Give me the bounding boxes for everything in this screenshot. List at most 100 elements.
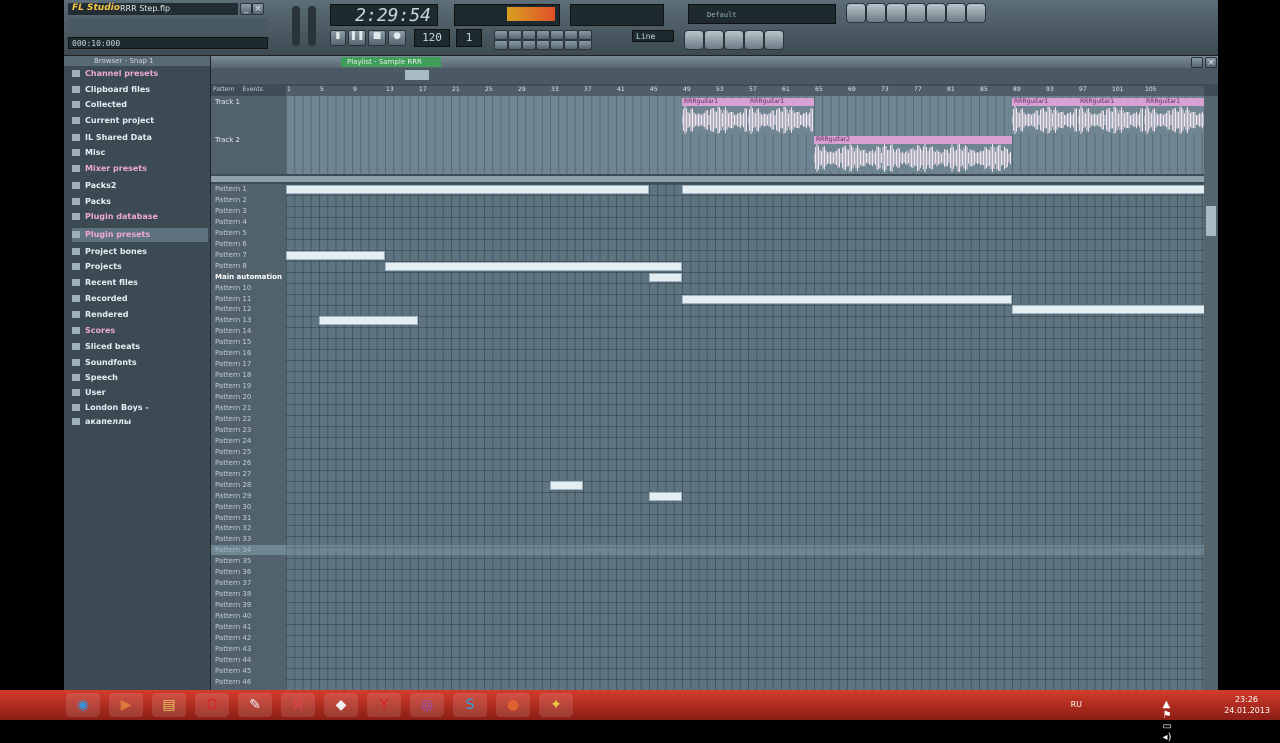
- pattern-name[interactable]: Pattern 21: [215, 403, 251, 414]
- option-button[interactable]: [536, 30, 550, 40]
- browser-item[interactable]: Packs2: [72, 179, 208, 193]
- audio-clip-label[interactable]: RRRguitar1: [1144, 98, 1210, 106]
- shortcut-button[interactable]: [886, 3, 906, 23]
- taskbar-app-icon[interactable]: ●: [496, 693, 530, 717]
- pattern-block[interactable]: [682, 185, 1204, 194]
- browser-item[interactable]: Collected: [72, 98, 208, 112]
- taskbar-app-icon[interactable]: Y: [367, 693, 401, 717]
- pattern-name[interactable]: Pattern 33: [215, 534, 251, 545]
- pattern-name[interactable]: Pattern 16: [215, 348, 251, 359]
- pattern-block[interactable]: [550, 480, 583, 490]
- pattern-name[interactable]: Pattern 26: [215, 458, 251, 469]
- pattern-block[interactable]: [649, 272, 682, 282]
- option-button[interactable]: [522, 40, 536, 50]
- pattern-name[interactable]: Pattern 12: [215, 304, 251, 315]
- taskbar-app-icon[interactable]: Я: [281, 693, 315, 717]
- mixer-button[interactable]: [764, 30, 784, 50]
- browser-item[interactable]: Current project: [72, 114, 208, 128]
- vertical-scroll-thumb[interactable]: [1206, 206, 1216, 236]
- pattern-name[interactable]: Main automation: [215, 272, 282, 283]
- browser-item[interactable]: Project bones: [72, 245, 208, 259]
- browser-item[interactable]: IL Shared Data: [72, 131, 208, 145]
- pattern-name[interactable]: Pattern 15: [215, 337, 251, 348]
- playlist-scrollbar-top[interactable]: [211, 68, 1218, 84]
- shortcut-button[interactable]: [906, 3, 926, 23]
- browser-item[interactable]: Speech: [72, 371, 208, 385]
- pattern-name[interactable]: Pattern 27: [215, 469, 251, 480]
- pattern-block[interactable]: [319, 316, 418, 326]
- audio-clip-waveform[interactable]: [682, 106, 748, 134]
- pattern-name[interactable]: Pattern 17: [215, 359, 251, 370]
- minimize-button[interactable]: _: [240, 3, 252, 15]
- browser-item[interactable]: Plugin database: [72, 210, 208, 224]
- browser-item[interactable]: Rendered: [72, 308, 208, 322]
- audio-track-area[interactable]: RRRguitar1 RRRguitar1 RRRguitar2 RRRguitar1…: [286, 96, 1210, 174]
- shortcut-button[interactable]: [926, 3, 946, 23]
- pattern-mode-button[interactable]: ▮: [330, 30, 346, 46]
- shortcut-button[interactable]: [866, 3, 886, 23]
- pattern-name[interactable]: Pattern 7: [215, 250, 247, 261]
- browser-item[interactable]: Recent files: [72, 276, 208, 290]
- browser-item[interactable]: User: [72, 386, 208, 400]
- browser-item[interactable]: Recorded: [72, 292, 208, 306]
- clock-date[interactable]: 24.01.2013: [1224, 706, 1270, 715]
- option-button[interactable]: [494, 40, 508, 50]
- pattern-name[interactable]: Pattern 36: [215, 567, 251, 578]
- audio-clip-waveform[interactable]: [814, 144, 1012, 172]
- play-button[interactable]: ❚❚: [348, 30, 366, 46]
- pattern-name[interactable]: Pattern 24: [215, 436, 251, 447]
- option-button[interactable]: [522, 30, 536, 40]
- audio-clip-label[interactable]: RRRguitar1: [1078, 98, 1144, 106]
- option-button[interactable]: [578, 30, 592, 40]
- playlist-view-button[interactable]: [684, 30, 704, 50]
- audio-clip-waveform[interactable]: [1078, 106, 1144, 134]
- pattern-name[interactable]: Pattern 29: [215, 491, 251, 502]
- pattern-name[interactable]: Pattern 3: [215, 206, 247, 217]
- audio-clip-label[interactable]: RRRguitar2: [814, 136, 1012, 144]
- pattern-mode-tab[interactable]: Pattern: [213, 86, 235, 93]
- browser-item[interactable]: Channel presets: [72, 67, 208, 81]
- pattern-name[interactable]: Pattern 46: [215, 677, 251, 688]
- audio-clip-label[interactable]: RRRguitar1: [682, 98, 748, 106]
- browser-item[interactable]: Misc: [72, 146, 208, 160]
- playlist-vertical-scrollbar[interactable]: [1204, 96, 1218, 690]
- pattern-name[interactable]: Pattern 14: [215, 326, 251, 337]
- option-button[interactable]: [494, 30, 508, 40]
- pattern-name[interactable]: Pattern 43: [215, 644, 251, 655]
- taskbar-app-icon[interactable]: ▶: [109, 693, 143, 717]
- tray-icons[interactable]: ▲ ⚑ ▭ ◂): [1163, 699, 1172, 743]
- pattern-name[interactable]: Pattern 22: [215, 414, 251, 425]
- pattern-block[interactable]: [1012, 305, 1204, 315]
- option-button[interactable]: [564, 30, 578, 40]
- shortcut-button[interactable]: [946, 3, 966, 23]
- taskbar-app-icon[interactable]: O: [195, 693, 229, 717]
- browser-item[interactable]: Clipboard files: [72, 83, 208, 97]
- playlist-restore-button[interactable]: [1191, 57, 1203, 68]
- pattern-name[interactable]: Pattern 13: [215, 315, 251, 326]
- track-name[interactable]: Track 1: [215, 98, 240, 106]
- stop-button[interactable]: ■: [368, 30, 386, 46]
- audio-clip-waveform[interactable]: [1012, 106, 1078, 134]
- pattern-name[interactable]: Pattern 2: [215, 195, 247, 206]
- pattern-number-display[interactable]: 1: [456, 29, 482, 47]
- pattern-grid[interactable]: [286, 184, 1204, 690]
- pattern-block[interactable]: [682, 294, 1012, 304]
- browser-item[interactable]: акапеллы: [72, 415, 208, 429]
- audio-clip-waveform[interactable]: [748, 106, 814, 134]
- piano-roll-button[interactable]: [724, 30, 744, 50]
- pattern-name[interactable]: Pattern 18: [215, 370, 251, 381]
- pattern-block[interactable]: [286, 185, 649, 194]
- pattern-name[interactable]: Pattern 39: [215, 600, 251, 611]
- browser-item[interactable]: Sliced beats: [72, 340, 208, 354]
- pattern-name[interactable]: Pattern 32: [215, 523, 251, 534]
- pattern-name[interactable]: Pattern 23: [215, 425, 251, 436]
- pattern-name[interactable]: Pattern 25: [215, 447, 251, 458]
- tempo-display[interactable]: 120: [414, 29, 450, 47]
- clock-time[interactable]: 23:26: [1235, 695, 1258, 704]
- taskbar-app-icon[interactable]: S: [453, 693, 487, 717]
- pattern-name[interactable]: Pattern 42: [215, 633, 251, 644]
- step-sequencer-button[interactable]: [704, 30, 724, 50]
- pattern-name[interactable]: Pattern 8: [215, 261, 247, 272]
- language-indicator[interactable]: RU: [1071, 700, 1082, 709]
- option-button[interactable]: [536, 40, 550, 50]
